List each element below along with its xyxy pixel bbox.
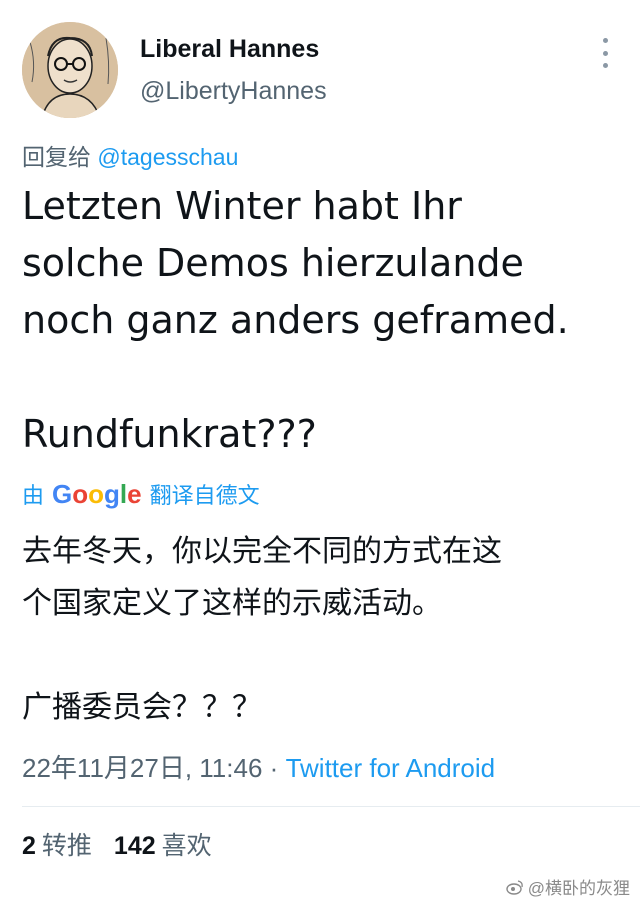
reply-mention-link[interactable]: @tagesschau	[97, 144, 238, 170]
meta-separator: ·	[269, 753, 279, 783]
translation-prefix: 由	[22, 483, 45, 508]
google-logo: Google	[52, 479, 142, 509]
reply-context: 回复给 @tagesschau	[22, 138, 238, 172]
tweet-header: Liberal Hannes @LibertyHannes	[22, 22, 622, 122]
likes-stat[interactable]: 142 喜欢	[114, 826, 212, 862]
translation-attribution[interactable]: 由 Google 翻译自德文	[22, 478, 260, 510]
watermark-text: @横卧的灰狸	[527, 879, 630, 898]
more-options-icon[interactable]	[602, 38, 608, 68]
weibo-icon	[506, 879, 523, 895]
watermark: @横卧的灰狸	[506, 874, 630, 899]
retweets-stat[interactable]: 2 转推	[22, 826, 92, 862]
likes-label: 喜欢	[161, 832, 212, 860]
divider	[22, 806, 640, 807]
translated-text: 去年冬天，你以完全不同的方式在这 个国家定义了这样的示威活动。 广播委员会？？？	[22, 534, 502, 725]
reply-prefix: 回复给	[22, 144, 91, 170]
translation-suffix: 翻译自德文	[149, 483, 260, 508]
author-handle[interactable]: @LibertyHannes	[140, 76, 327, 106]
retweets-count: 2	[22, 832, 36, 860]
tweet-text: Letzten Winter habt Ihr solche Demos hie…	[22, 184, 569, 456]
tweet-timestamp[interactable]: 22年11月27日, 11:46	[22, 753, 262, 783]
avatar[interactable]	[22, 22, 118, 118]
tweet-meta: 22年11月27日, 11:46 · Twitter for Android	[22, 748, 495, 785]
avatar-sketch-image	[22, 22, 118, 118]
author-display-name[interactable]: Liberal Hannes	[140, 34, 327, 64]
retweets-label: 转推	[41, 832, 92, 860]
tweet-source-link[interactable]: Twitter for Android	[286, 753, 496, 783]
likes-count: 142	[113, 832, 156, 860]
engagement-stats: 2 转推 142 喜欢	[22, 826, 212, 862]
